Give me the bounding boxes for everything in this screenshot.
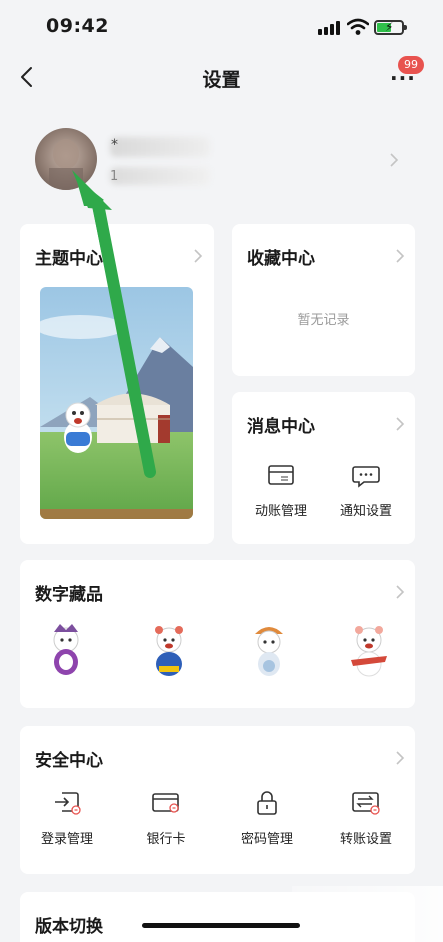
security-center-card[interactable]: 安全中心 登录管理 银行卡 密码管理 转账设置 <box>20 726 415 874</box>
favorites-empty-text: 暂无记录 <box>297 313 350 328</box>
nav-bar: 设置 ··· 99 <box>0 56 443 100</box>
theme-center-title: 主题中心 <box>35 249 103 269</box>
chevron-right-icon <box>394 248 406 264</box>
page-title: 设置 <box>202 69 241 91</box>
digital-collectibles-card[interactable]: 数字藏品 <box>20 560 415 708</box>
account-info: 1 <box>110 169 119 184</box>
transfer-icon <box>351 790 381 816</box>
digital-collectibles-title: 数字藏品 <box>35 585 103 605</box>
theme-preview-image[interactable] <box>40 287 193 519</box>
favorites-title: 收藏中心 <box>247 249 315 269</box>
bank-card-item[interactable]: 银行卡 <box>126 790 206 847</box>
transaction-management-label: 动账管理 <box>254 504 307 519</box>
account-blurred <box>110 167 210 185</box>
login-management-label: 登录管理 <box>40 832 93 847</box>
home-indicator <box>142 923 300 928</box>
avatar[interactable] <box>35 128 97 190</box>
chevron-right-icon <box>394 750 406 766</box>
collectible-figure-2[interactable] <box>145 622 193 680</box>
profile-row[interactable]: * 1 <box>0 115 443 207</box>
theme-center-card[interactable]: 主题中心 <box>20 224 214 544</box>
transfer-settings-item[interactable]: 转账设置 <box>326 790 406 847</box>
username: * <box>111 137 118 153</box>
transaction-icon <box>266 464 296 488</box>
version-switch-title: 版本切换 <box>35 917 103 937</box>
chevron-right-icon <box>192 248 204 264</box>
message-center-card[interactable]: 消息中心 动账管理 通知设置 <box>232 392 415 544</box>
chevron-right-icon <box>394 584 406 600</box>
battery-icon: ⚡ <box>374 20 407 35</box>
login-management-item[interactable]: 登录管理 <box>27 790 107 847</box>
login-icon <box>52 790 82 816</box>
bank-card-label: 银行卡 <box>146 832 186 847</box>
notification-settings-item[interactable]: 通知设置 <box>331 464 401 519</box>
security-center-title: 安全中心 <box>35 751 103 771</box>
favorites-card[interactable]: 收藏中心 暂无记录 <box>232 224 415 376</box>
bank-card-icon <box>151 790 181 816</box>
chevron-right-icon <box>394 416 406 432</box>
status-bar: 09:42 ⚡ <box>0 0 443 56</box>
watermark <box>292 886 443 942</box>
chat-bubble-icon <box>351 464 381 488</box>
status-time: 09:42 <box>46 15 109 37</box>
notification-settings-label: 通知设置 <box>339 504 392 519</box>
chevron-right-icon <box>388 152 400 168</box>
collectible-figure-1[interactable] <box>42 622 90 680</box>
transaction-management-item[interactable]: 动账管理 <box>246 464 316 519</box>
wifi-icon <box>346 18 370 36</box>
collectible-figure-3[interactable] <box>245 622 293 680</box>
collectible-figure-4[interactable] <box>345 622 393 680</box>
message-center-title: 消息中心 <box>247 417 315 437</box>
signal-icon <box>318 21 340 35</box>
transfer-settings-label: 转账设置 <box>339 832 392 847</box>
password-management-item[interactable]: 密码管理 <box>227 790 307 847</box>
notification-badge: 99 <box>398 56 424 74</box>
username-blurred <box>110 137 210 157</box>
lock-icon <box>252 790 282 816</box>
password-management-label: 密码管理 <box>240 832 293 847</box>
